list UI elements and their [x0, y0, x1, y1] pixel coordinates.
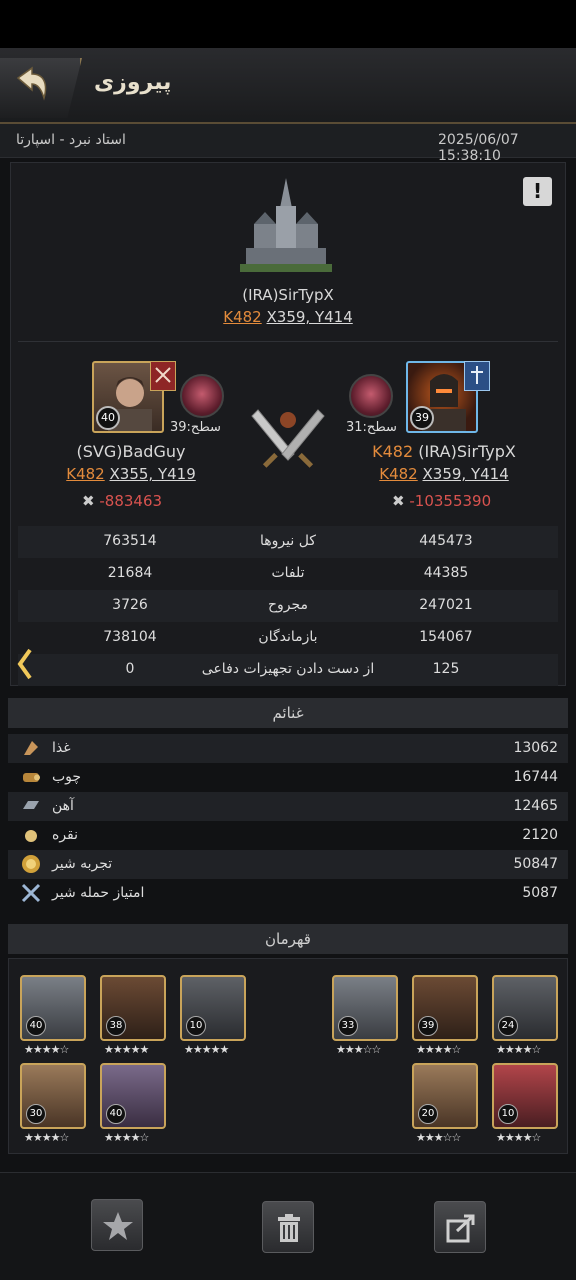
hero-level: 24 — [498, 1016, 518, 1036]
right-player-name-line: K482 (IRA)SirTypX — [312, 442, 576, 461]
left-player-name: (SVG)BadGuy — [76, 442, 186, 461]
loot-name: تجربه شیر — [52, 856, 113, 872]
left-xy: X355, Y419 — [109, 465, 196, 483]
loot-row — [8, 734, 568, 763]
target-xy: X359, Y414 — [266, 308, 353, 326]
hero-level: 10 — [186, 1016, 206, 1036]
left-player-coords[interactable]: K482 X355, Y419 — [0, 465, 262, 483]
right-dragon-icon[interactable] — [349, 374, 393, 418]
hero-stars: ★★★★★ — [104, 1043, 149, 1056]
share-icon — [446, 1214, 475, 1243]
swords-small-icon: ✖ — [392, 492, 405, 510]
hero-stars: ★★★★☆ — [24, 1043, 69, 1056]
loot-name: چوب — [52, 769, 82, 785]
right-player-level: 39 — [410, 406, 434, 430]
left-kingdom: K482 — [66, 465, 105, 483]
hero-level: 33 — [338, 1016, 358, 1036]
hero-level: 39 — [418, 1016, 438, 1036]
loot-value: 13062 — [513, 740, 558, 756]
trash-icon — [278, 1214, 300, 1242]
hero-stars: ★★★★☆ — [496, 1043, 541, 1056]
lion-xp-icon — [22, 855, 40, 873]
heroes-header: قهرمان — [8, 924, 568, 954]
right-xy: X359, Y414 — [422, 465, 509, 483]
hero-level: 10 — [498, 1104, 518, 1124]
hero-level: 20 — [418, 1104, 438, 1124]
right-dragon-level: سطح:31 — [346, 420, 397, 435]
report-datetime: 2025/06/07 15:38:10 — [438, 132, 519, 164]
food-icon — [24, 741, 38, 755]
hero-stars: ★★★★☆ — [416, 1043, 461, 1056]
stat-right-value: 445473 — [419, 533, 473, 549]
target-coords[interactable]: K482 X359, Y414 — [0, 308, 576, 326]
hero-stars: ★★★★☆ — [496, 1131, 541, 1144]
wood-icon — [23, 773, 40, 782]
left-power-change: ✖ -883463 — [82, 492, 162, 510]
loot-row — [8, 763, 568, 792]
stat-right-value: 154067 — [419, 629, 473, 645]
left-player-level: 40 — [96, 406, 120, 430]
hero-level: 40 — [26, 1016, 46, 1036]
left-dragon-icon[interactable] — [180, 374, 224, 418]
right-kingdom: K482 — [379, 465, 418, 483]
hero-stars: ★★★★★ — [184, 1043, 229, 1056]
loot-header: غنائم — [8, 698, 568, 728]
page-title: پیروزی — [94, 70, 172, 95]
right-power-value: -10355390 — [409, 492, 492, 510]
defense-flag-icon — [464, 361, 490, 391]
loot-name: غذا — [52, 740, 71, 756]
share-button[interactable] — [434, 1201, 486, 1253]
loot-value: 16744 — [513, 769, 558, 785]
right-player-coords[interactable]: K482 X359, Y414 — [312, 465, 576, 483]
info-button[interactable]: ! — [523, 177, 552, 206]
loot-name: آهن — [52, 798, 74, 814]
target-name: (IRA)SirTypX — [242, 286, 334, 304]
target-kingdom: K482 — [223, 308, 262, 326]
divider — [18, 341, 558, 342]
stat-right-value: 44385 — [423, 565, 469, 581]
star-icon — [103, 1212, 133, 1240]
heroes-panel — [8, 958, 568, 1154]
hero-level: 38 — [106, 1016, 126, 1036]
attack-flag-icon — [150, 361, 176, 391]
left-dragon-level: سطح:39 — [170, 420, 221, 435]
loot-value: 50847 — [513, 856, 558, 872]
right-player-name: (IRA)SirTypX — [418, 442, 516, 461]
right-power-change: ✖ -10355390 — [392, 492, 491, 510]
loot-row — [8, 792, 568, 821]
back-arrow-icon — [16, 66, 47, 101]
castle-icon — [240, 178, 332, 272]
hero-level: 40 — [106, 1104, 126, 1124]
loot-value: 2120 — [522, 827, 558, 843]
stat-right-value: 247021 — [419, 597, 473, 613]
loot-name: نقره — [52, 827, 79, 843]
hero-level: 30 — [26, 1104, 46, 1124]
left-power-value: -883463 — [99, 492, 163, 510]
silver-icon — [25, 830, 37, 842]
hero-stars: ★★★☆☆ — [336, 1043, 381, 1056]
hero-stars: ★★★★☆ — [24, 1131, 69, 1144]
lion-attack-icon — [21, 883, 41, 903]
swords-small-icon: ✖ — [82, 492, 95, 510]
loot-row — [8, 821, 568, 850]
stat-right-value: 125 — [432, 661, 460, 677]
loot-value: 5087 — [522, 885, 558, 901]
chevron-left-icon[interactable] — [16, 648, 34, 680]
header-bar — [0, 48, 576, 124]
loot-value: 12465 — [513, 798, 558, 814]
hero-stars: ★★★☆☆ — [416, 1131, 461, 1144]
delete-button[interactable] — [262, 1201, 314, 1253]
hero-stars: ★★★★☆ — [104, 1131, 149, 1144]
status-bar — [0, 0, 576, 48]
right-name-kingdom: K482 — [372, 442, 414, 461]
loot-name: امتیاز حمله شیر — [52, 885, 145, 901]
favorite-button[interactable] — [91, 1199, 143, 1251]
battle-location: استاد نبرد - اسپارتا — [16, 132, 126, 148]
iron-icon — [23, 801, 39, 809]
